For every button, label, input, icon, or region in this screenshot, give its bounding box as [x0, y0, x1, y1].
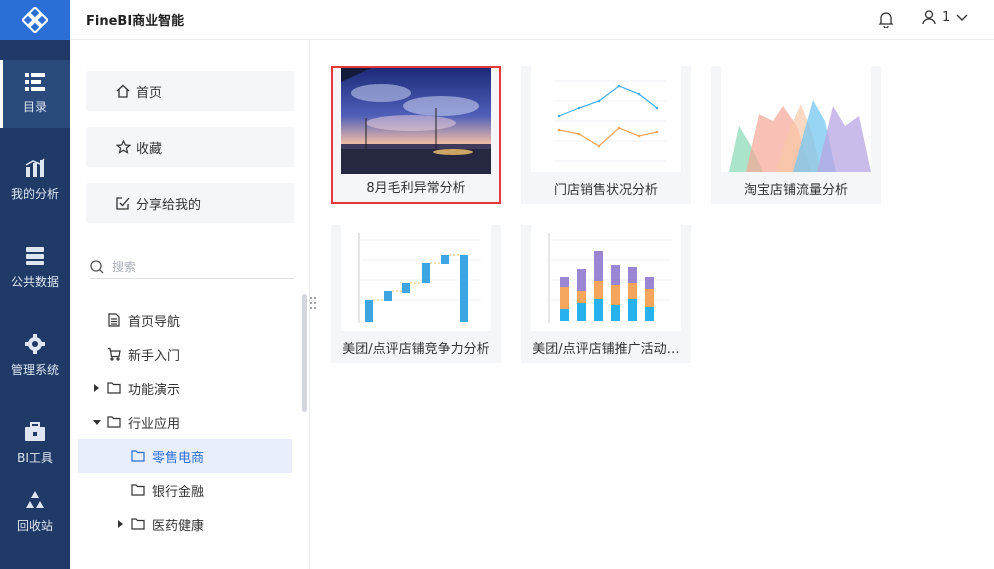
collapse-arrow-icon[interactable]: [93, 419, 101, 425]
folder-icon: [107, 416, 121, 428]
tree-item-feature-demo[interactable]: 功能演示: [78, 371, 292, 405]
card-thumbnail: [341, 225, 491, 331]
expand-arrow-icon[interactable]: [118, 520, 123, 528]
folder-icon: [107, 382, 121, 394]
gear-icon: [25, 334, 45, 354]
logo-icon: [22, 7, 48, 33]
tree-label: 新手入门: [128, 348, 181, 364]
home-icon: [116, 84, 130, 98]
folder-icon: [131, 484, 145, 496]
recycle-icon: [26, 491, 44, 508]
nav-label: 我的分析: [10, 187, 59, 201]
nav-label: 管理系统: [10, 363, 59, 377]
nav-item-catalog[interactable]: 目录: [0, 60, 70, 128]
star-icon: [116, 140, 131, 154]
dashboard-grid: 8月毛利异常分析 门店销售状况分析 淘宝店铺流量分析 美团/点评店铺竞争力分析 …: [311, 40, 994, 569]
folder-icon: [131, 450, 145, 462]
catalog-sidebar: 首页 收藏 分享给我的 首页导航 新手入门 功能演示: [70, 40, 310, 569]
nav-label: 公共数据: [10, 275, 59, 289]
bell-icon: [878, 12, 894, 29]
tree-item-healthcare[interactable]: 医药健康: [78, 507, 292, 541]
expand-arrow-icon[interactable]: [94, 384, 99, 392]
nav-label: 目录: [22, 100, 47, 114]
tree-item-retail[interactable]: 零售电商: [78, 439, 292, 473]
nav-item-recycle[interactable]: 回收站: [0, 478, 70, 546]
card-thumbnail: [531, 225, 681, 331]
sunset-photo-thumbnail: [341, 68, 491, 174]
dashboard-card[interactable]: 美团/点评店铺竞争力分析: [331, 225, 501, 363]
user-icon: [922, 10, 936, 25]
cart-icon: [108, 347, 121, 361]
nav-item-public-data[interactable]: 公共数据: [0, 234, 70, 302]
quick-label: 分享给我的: [136, 197, 202, 213]
area-chart-thumbnail: [729, 100, 871, 172]
quick-shared[interactable]: 分享给我的: [86, 183, 294, 223]
quick-label: 首页: [136, 85, 163, 101]
analysis-icon: [25, 158, 45, 177]
dashboard-card[interactable]: 美团/点评店铺推广活动…: [521, 225, 691, 363]
tree-item-industry[interactable]: 行业应用: [78, 405, 292, 439]
left-nav: 目录 我的分析 公共数据 管理系统 BI工具 回收站: [0, 0, 70, 569]
sidebar-scrollbar[interactable]: [302, 294, 307, 412]
tree-item-banking[interactable]: 银行金融: [78, 473, 292, 507]
catalog-search: [90, 255, 294, 279]
stacked-bar-chart-thumbnail: [548, 233, 671, 323]
tree-item-home-nav[interactable]: 首页导航: [78, 303, 292, 337]
line-chart-thumbnail: [553, 80, 666, 162]
dashboard-card[interactable]: 门店销售状况分析: [521, 66, 691, 204]
user-name: 1: [942, 10, 951, 25]
toolbox-icon: [25, 422, 45, 441]
card-title: 门店销售状况分析: [553, 183, 658, 198]
tree-label: 行业应用: [128, 416, 181, 432]
tree-label: 首页导航: [128, 314, 181, 330]
dashboard-card[interactable]: 8月毛利异常分析: [331, 66, 501, 204]
card-title: 美团/点评店铺推广活动…: [532, 342, 680, 357]
tree-label: 功能演示: [128, 382, 181, 398]
database-icon: [26, 247, 44, 265]
catalog-icon: [25, 73, 45, 91]
document-icon: [108, 313, 120, 327]
share-icon: [116, 197, 130, 210]
app-logo[interactable]: [0, 0, 70, 40]
search-icon: [90, 259, 104, 273]
tree-label: 银行金融: [152, 484, 205, 500]
top-header: FineBI商业智能: [70, 0, 994, 40]
chevron-down-icon: [956, 14, 968, 21]
card-thumbnail: [721, 66, 871, 172]
quick-home[interactable]: 首页: [86, 71, 294, 111]
tree-item-getting-started[interactable]: 新手入门: [78, 337, 292, 371]
notification-button[interactable]: [878, 11, 894, 32]
user-menu[interactable]: 1: [922, 10, 968, 25]
card-title: 淘宝店铺流量分析: [743, 183, 848, 198]
dashboard-card[interactable]: 淘宝店铺流量分析: [711, 66, 881, 204]
card-thumbnail: [531, 66, 681, 172]
tree-label: 医药健康: [152, 518, 205, 534]
card-title: 美团/点评店铺竞争力分析: [342, 342, 490, 357]
quick-label: 收藏: [136, 141, 163, 157]
search-input[interactable]: [112, 259, 282, 274]
folder-icon: [131, 518, 145, 530]
nav-item-my-analysis[interactable]: 我的分析: [0, 146, 70, 214]
quick-favorites[interactable]: 收藏: [86, 127, 294, 167]
nav-label: BI工具: [17, 451, 53, 465]
card-thumbnail: [341, 68, 491, 174]
nav-item-admin[interactable]: 管理系统: [0, 322, 70, 390]
nav-item-bi-tools[interactable]: BI工具: [0, 410, 70, 478]
brand-title: FineBI商业智能: [86, 14, 185, 29]
waterfall-chart-thumbnail: [358, 233, 481, 323]
nav-label: 回收站: [16, 519, 53, 533]
tree-label: 零售电商: [152, 450, 205, 466]
card-title: 8月毛利异常分析: [366, 181, 466, 196]
